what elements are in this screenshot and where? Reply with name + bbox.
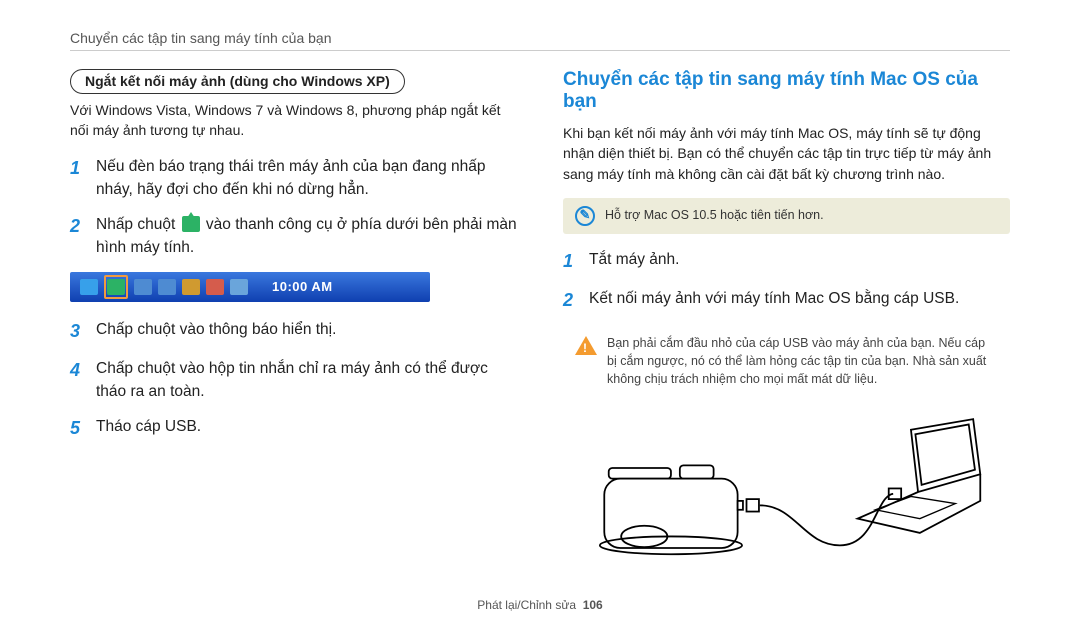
step-item: 2 Kết nối máy ảnh với máy tính Mac OS bằ… xyxy=(563,287,1010,314)
step-text: Tháo cáp USB. xyxy=(96,415,201,442)
step-number: 4 xyxy=(70,357,86,404)
tray-icon xyxy=(158,279,176,295)
step-item: 1 Tắt máy ảnh. xyxy=(563,248,1010,275)
left-intro: Với Windows Vista, Windows 7 và Windows … xyxy=(70,100,517,141)
windows-taskbar: 10:00 AM xyxy=(70,272,430,302)
taskbar-clock: 10:00 AM xyxy=(272,279,333,294)
right-intro: Khi bạn kết nối máy ảnh với máy tính Mac… xyxy=(563,123,1010,184)
footer-section: Phát lại/Chỉnh sửa xyxy=(477,598,576,612)
left-steps-cont: 3 Chấp chuột vào thông báo hiển thị. 4 C… xyxy=(70,318,517,443)
left-steps: 1 Nếu đèn báo trạng thái trên máy ảnh củ… xyxy=(70,155,517,260)
tray-icon xyxy=(230,279,248,295)
tray-icon xyxy=(206,279,224,295)
tray-icon xyxy=(182,279,200,295)
note-text: Hỗ trợ Mac OS 10.5 hoặc tiên tiến hơn. xyxy=(605,206,824,226)
tray-icon xyxy=(134,279,152,295)
step-item: 5 Tháo cáp USB. xyxy=(70,415,517,442)
right-heading: Chuyển các tập tin sang máy tính Mac OS … xyxy=(563,69,1010,113)
right-steps: 1 Tắt máy ảnh. 2 Kết nối máy ảnh với máy… xyxy=(563,248,1010,314)
step-item: 2 Nhấp chuột vào thanh công cụ ở phía dư… xyxy=(70,213,517,260)
usb-cable-icon xyxy=(760,489,901,546)
step-text: Nếu đèn báo trạng thái trên máy ảnh của … xyxy=(96,155,517,202)
step-number: 5 xyxy=(70,415,86,442)
step-number: 2 xyxy=(563,287,579,314)
tray-highlight xyxy=(104,275,128,299)
step-number: 1 xyxy=(70,155,86,202)
footer-page: 106 xyxy=(583,598,603,612)
left-column: Ngắt kết nối máy ảnh (dùng cho Windows X… xyxy=(70,69,517,577)
step-text: Kết nối máy ảnh với máy tính Mac OS bằng… xyxy=(589,287,959,314)
safely-remove-tray-icon xyxy=(107,279,125,295)
step-number: 2 xyxy=(70,213,86,260)
step-text: Nhấp chuột vào thanh công cụ ở phía dưới… xyxy=(96,213,517,260)
warning-text: Bạn phải cắm đầu nhỏ của cáp USB vào máy… xyxy=(607,334,998,388)
tray-icon xyxy=(80,279,98,295)
info-note: ✎ Hỗ trợ Mac OS 10.5 hoặc tiên tiến hơn. xyxy=(563,198,1010,234)
step-text: Chấp chuột vào thông báo hiển thị. xyxy=(96,318,336,345)
section-pill: Ngắt kết nối máy ảnh (dùng cho Windows X… xyxy=(70,69,405,94)
divider xyxy=(70,50,1010,51)
step-text: Chấp chuột vào hộp tin nhắn chỉ ra máy ả… xyxy=(96,357,517,404)
step-number: 3 xyxy=(70,318,86,345)
page-footer: Phát lại/Chỉnh sửa 106 xyxy=(0,598,1080,612)
step-item: 4 Chấp chuột vào hộp tin nhắn chỉ ra máy… xyxy=(70,357,517,404)
camera-icon xyxy=(600,466,759,555)
warning-icon xyxy=(575,336,597,355)
step-item: 3 Chấp chuột vào thông báo hiển thị. xyxy=(70,318,517,345)
info-icon: ✎ xyxy=(575,206,595,226)
step-number: 1 xyxy=(563,248,579,275)
connection-diagram xyxy=(563,412,1010,572)
content-columns: Ngắt kết nối máy ảnh (dùng cho Windows X… xyxy=(70,69,1010,577)
safely-remove-icon xyxy=(182,216,200,232)
warning-note: Bạn phải cắm đầu nhỏ của cáp USB vào máy… xyxy=(563,326,1010,396)
step-text: Tắt máy ảnh. xyxy=(589,248,679,275)
right-column: Chuyển các tập tin sang máy tính Mac OS … xyxy=(563,69,1010,577)
breadcrumb: Chuyển các tập tin sang máy tính của bạn xyxy=(70,30,1010,46)
step-item: 1 Nếu đèn báo trạng thái trên máy ảnh củ… xyxy=(70,155,517,202)
